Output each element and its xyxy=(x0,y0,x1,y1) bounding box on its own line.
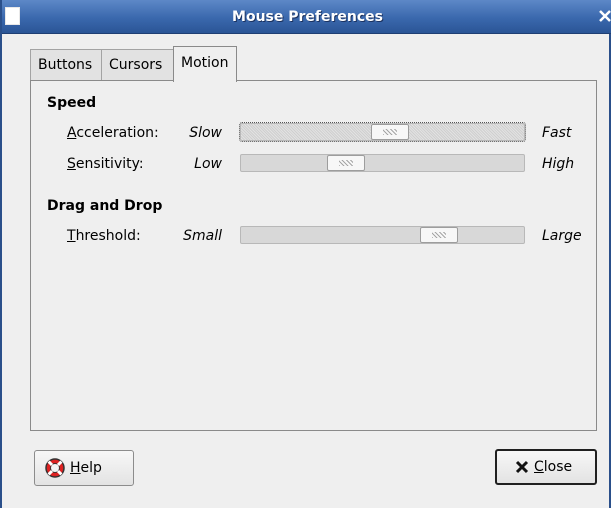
drag-and-drop-heading: Drag and Drop xyxy=(47,198,163,214)
threshold-low-label: Small xyxy=(183,228,222,244)
acceleration-low-label: Slow xyxy=(189,125,222,141)
sensitivity-label-text: ensitivity: xyxy=(75,156,144,172)
help-label-text: elp xyxy=(80,460,102,476)
grip-icon xyxy=(432,232,446,238)
acceleration-high-label: Fast xyxy=(542,125,572,141)
acceleration-slider-thumb[interactable] xyxy=(371,124,409,140)
tab-cursors[interactable]: Cursors xyxy=(101,49,174,80)
window-close-icon[interactable] xyxy=(597,6,611,26)
help-label: Help xyxy=(70,460,102,476)
threshold-slider-thumb[interactable] xyxy=(420,227,458,243)
sensitivity-high-label: High xyxy=(542,156,575,172)
tab-buttons[interactable]: Buttons xyxy=(30,49,102,80)
acceleration-label-text: cceleration: xyxy=(76,125,159,141)
close-button[interactable]: Close xyxy=(495,449,597,485)
sensitivity-slider-thumb[interactable] xyxy=(327,155,365,171)
sensitivity-low-label: Low xyxy=(194,156,222,172)
close-label-text: lose xyxy=(543,459,573,475)
threshold-high-label: Large xyxy=(542,228,582,244)
sensitivity-mnemonic: S xyxy=(67,156,76,172)
threshold-label: Threshold: xyxy=(67,228,141,244)
help-button[interactable]: Help xyxy=(34,450,134,486)
close-mnemonic: C xyxy=(534,459,544,475)
acceleration-label: Acceleration: xyxy=(67,125,159,141)
sensitivity-slider[interactable] xyxy=(240,154,525,172)
lifebuoy-icon xyxy=(45,458,65,478)
motion-panel: Speed Acceleration: Slow Fast Sensitivit… xyxy=(30,80,597,431)
speed-heading: Speed xyxy=(47,95,97,111)
help-mnemonic: H xyxy=(70,460,81,476)
close-x-icon xyxy=(515,460,529,474)
grip-icon xyxy=(383,129,397,135)
sensitivity-label: Sensitivity: xyxy=(67,156,144,172)
acceleration-slider[interactable] xyxy=(239,122,526,142)
grip-icon xyxy=(339,160,353,166)
window-title: Mouse Preferences xyxy=(232,9,383,25)
acceleration-mnemonic: A xyxy=(67,125,77,141)
threshold-mnemonic: T xyxy=(67,228,76,244)
close-label: Close xyxy=(534,459,572,475)
title-bar[interactable]: Mouse Preferences xyxy=(2,0,611,34)
threshold-slider[interactable] xyxy=(240,226,525,244)
threshold-label-text: hreshold: xyxy=(75,228,141,244)
tab-motion[interactable]: Motion xyxy=(173,46,237,82)
mouse-preferences-window: Mouse Preferences Buttons Cursors Motion… xyxy=(0,0,611,508)
